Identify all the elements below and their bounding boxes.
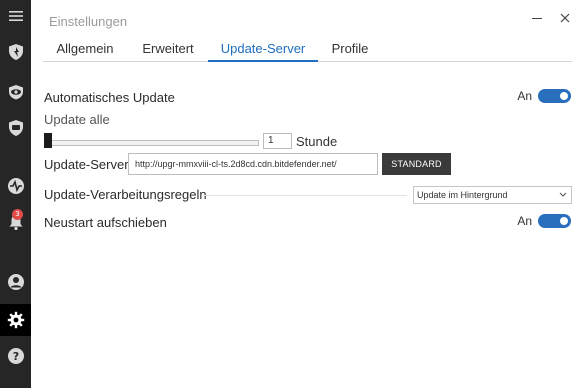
auto-update-state-label: An: [517, 89, 532, 103]
close-button[interactable]: [555, 8, 575, 28]
menu-icon: [8, 11, 23, 21]
row-divider: [203, 195, 407, 196]
standard-button[interactable]: STANDARD: [382, 153, 451, 175]
update-server-input[interactable]: http://upgr-mmxviii-cl-ts.2d8cd.cdn.bitd…: [128, 153, 378, 175]
toggle-knob: [560, 217, 568, 225]
settings-window: Einstellungen Allgemein Erweitert Update…: [31, 0, 579, 388]
update-interval-input[interactable]: 1: [263, 133, 292, 149]
tab-update-server[interactable]: Update-Server: [208, 36, 318, 62]
postpone-restart-label: Neustart aufschieben: [44, 215, 167, 230]
toggle-knob: [560, 92, 568, 100]
sidebar-item-menu[interactable]: [0, 0, 31, 32]
sidebar-item-tv[interactable]: [0, 112, 31, 144]
tab-bar: Allgemein Erweitert Update-Server Profil…: [43, 36, 572, 62]
activity-icon: [7, 178, 24, 194]
update-server-label: Update-Server: [44, 157, 129, 172]
update-interval-label: Update alle: [44, 112, 110, 127]
tv-shield-icon: [8, 120, 23, 136]
processing-rules-selected: Update im Hintergrund: [417, 190, 508, 200]
update-interval-unit: Stunde: [296, 134, 338, 149]
account-icon: [7, 274, 24, 290]
sidebar-item-activity[interactable]: [0, 170, 31, 202]
window-title: Einstellungen: [49, 14, 128, 29]
tab-allgemein[interactable]: Allgemein: [49, 36, 121, 62]
close-icon: [560, 13, 570, 23]
minimize-icon: [532, 18, 542, 19]
update-interval-slider-thumb[interactable]: [44, 133, 52, 148]
tab-profile[interactable]: Profile: [326, 36, 374, 62]
sidebar-item-account[interactable]: [0, 266, 31, 298]
postpone-restart-toggle-group: An: [517, 214, 571, 228]
settings-icon: [7, 311, 24, 329]
sidebar-item-settings[interactable]: [0, 304, 31, 336]
notification-count-badge: 3: [12, 209, 23, 220]
sidebar-item-help[interactable]: ?: [0, 340, 31, 372]
tab-erweitert[interactable]: Erweitert: [135, 36, 201, 62]
update-interval-slider[interactable]: [44, 140, 259, 146]
sidebar-item-privacy[interactable]: [0, 76, 31, 108]
minimize-button[interactable]: [527, 8, 547, 28]
processing-rules-select[interactable]: Update im Hintergrund: [413, 186, 572, 204]
sidebar-item-notifications[interactable]: 3: [0, 206, 31, 238]
chevron-down-icon: [559, 192, 567, 197]
shield-icon: [8, 44, 23, 60]
auto-update-toggle[interactable]: [538, 89, 571, 103]
auto-update-toggle-group: An: [517, 89, 571, 103]
eye-icon: [8, 85, 23, 100]
svg-text:?: ?: [12, 350, 18, 363]
auto-update-label: Automatisches Update: [44, 90, 175, 105]
help-icon: ?: [7, 348, 24, 364]
processing-rules-label: Update-Verarbeitungsregeln: [44, 187, 207, 202]
sidebar-item-protection[interactable]: [0, 36, 31, 68]
sidebar: 3 ?: [0, 0, 31, 388]
postpone-restart-toggle[interactable]: [538, 214, 571, 228]
postpone-restart-state-label: An: [517, 214, 532, 228]
